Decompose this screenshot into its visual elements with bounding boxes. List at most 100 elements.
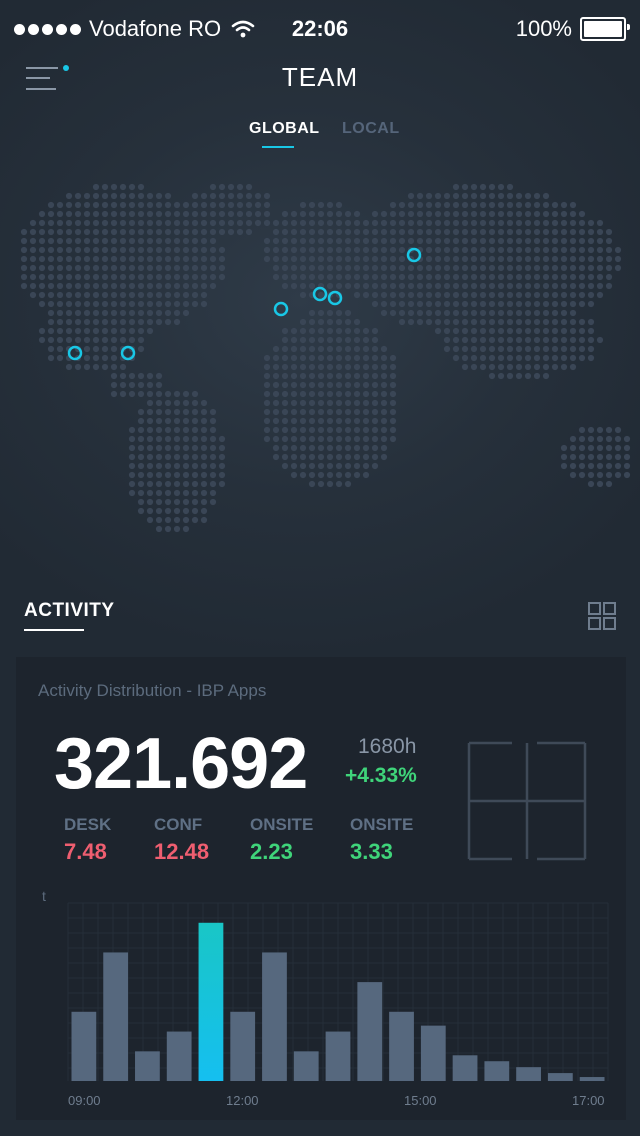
- map-dot: [551, 273, 559, 281]
- map-dot: [263, 192, 271, 200]
- chart-bar[interactable]: [420, 1025, 446, 1081]
- map-dot: [326, 426, 334, 434]
- map-dot: [533, 273, 541, 281]
- map-dot: [326, 201, 334, 209]
- map-dot: [101, 255, 109, 263]
- map-dot: [497, 228, 505, 236]
- chart-bar[interactable]: [71, 1011, 97, 1081]
- map-dot: [290, 444, 298, 452]
- map-dot: [263, 408, 271, 416]
- chart-bar[interactable]: [293, 1051, 319, 1081]
- map-dot: [560, 453, 568, 461]
- chart-bar[interactable]: [135, 1051, 160, 1081]
- map-dot: [524, 327, 532, 335]
- map-dot: [542, 255, 550, 263]
- tab-local[interactable]: LOCAL: [342, 120, 400, 138]
- map-dot: [533, 363, 541, 371]
- map-dot: [110, 183, 118, 191]
- map-dot: [479, 192, 487, 200]
- x-tick-label: 12:00: [226, 1093, 259, 1108]
- map-dot: [380, 435, 388, 443]
- map-dot: [83, 300, 91, 308]
- map-dot: [191, 273, 199, 281]
- map-dot: [128, 453, 136, 461]
- map-dot: [182, 291, 190, 299]
- focus-frame-icon[interactable]: [467, 741, 587, 861]
- map-dot: [452, 237, 460, 245]
- map-dot: [155, 498, 163, 506]
- map-dot: [470, 345, 478, 353]
- map-dot: [551, 255, 559, 263]
- map-dot: [56, 201, 64, 209]
- map-dot: [371, 444, 379, 452]
- team-location-marker[interactable]: [273, 301, 289, 317]
- chart-bar[interactable]: [579, 1077, 605, 1081]
- map-dot: [488, 183, 496, 191]
- battery-percentage: 100%: [515, 16, 572, 41]
- chart-bar[interactable]: [547, 1073, 573, 1081]
- tab-global[interactable]: GLOBAL: [249, 120, 320, 138]
- map-dot: [380, 273, 388, 281]
- map-dot: [101, 192, 109, 200]
- map-dot: [443, 282, 451, 290]
- map-dot: [425, 237, 433, 245]
- map-dot: [164, 300, 172, 308]
- map-dot: [587, 219, 595, 227]
- map-dot: [20, 237, 28, 245]
- map-dot: [326, 408, 334, 416]
- chart-bar[interactable]: [103, 952, 129, 1081]
- grid-view-icon[interactable]: [586, 600, 618, 632]
- map-dot: [353, 228, 361, 236]
- map-dot: [119, 309, 127, 317]
- chart-bar[interactable]: [262, 952, 287, 1081]
- map-dot: [470, 264, 478, 272]
- map-dot: [371, 345, 379, 353]
- map-dot: [407, 273, 415, 281]
- map-dot: [560, 354, 568, 362]
- map-dot: [362, 372, 370, 380]
- map-dot: [110, 246, 118, 254]
- map-dot: [281, 264, 289, 272]
- map-dot: [254, 201, 262, 209]
- chart-bar[interactable]: [516, 1067, 541, 1081]
- map-dot: [326, 453, 334, 461]
- activity-section-title[interactable]: ACTIVITY: [24, 600, 115, 622]
- map-dot: [506, 246, 514, 254]
- map-dot: [83, 246, 91, 254]
- map-dot: [308, 462, 316, 470]
- chart-bar[interactable]: [166, 1031, 192, 1081]
- chart-bar-highlighted[interactable]: [198, 922, 224, 1081]
- map-dot: [560, 282, 568, 290]
- chart-bar[interactable]: [484, 1061, 510, 1081]
- map-dot: [299, 237, 307, 245]
- map-dot: [515, 273, 523, 281]
- map-dot: [470, 219, 478, 227]
- map-dot: [434, 228, 442, 236]
- map-dot: [173, 489, 181, 497]
- map-dot: [371, 291, 379, 299]
- map-dot: [425, 309, 433, 317]
- chart-bar[interactable]: [230, 1011, 256, 1081]
- map-dot: [92, 228, 100, 236]
- team-location-marker[interactable]: [120, 345, 136, 361]
- world-map[interactable]: [0, 150, 640, 570]
- map-dot: [452, 201, 460, 209]
- chart-bar[interactable]: [389, 1011, 414, 1081]
- map-dot: [371, 354, 379, 362]
- map-dot: [290, 462, 298, 470]
- map-dot: [578, 453, 586, 461]
- map-dot: [137, 345, 145, 353]
- map-dot: [497, 183, 505, 191]
- map-dot: [506, 318, 514, 326]
- chart-bar[interactable]: [357, 982, 383, 1081]
- map-dot: [524, 318, 532, 326]
- map-dot: [524, 372, 532, 380]
- map-dot: [488, 300, 496, 308]
- map-dot: [452, 255, 460, 263]
- map-dot: [74, 210, 82, 218]
- chart-bar[interactable]: [452, 1055, 478, 1081]
- map-dot: [371, 426, 379, 434]
- activity-bar-chart[interactable]: t 09:00 12:00 15:00 17:00: [36, 883, 616, 1115]
- map-dot: [371, 408, 379, 416]
- chart-bar[interactable]: [325, 1031, 351, 1081]
